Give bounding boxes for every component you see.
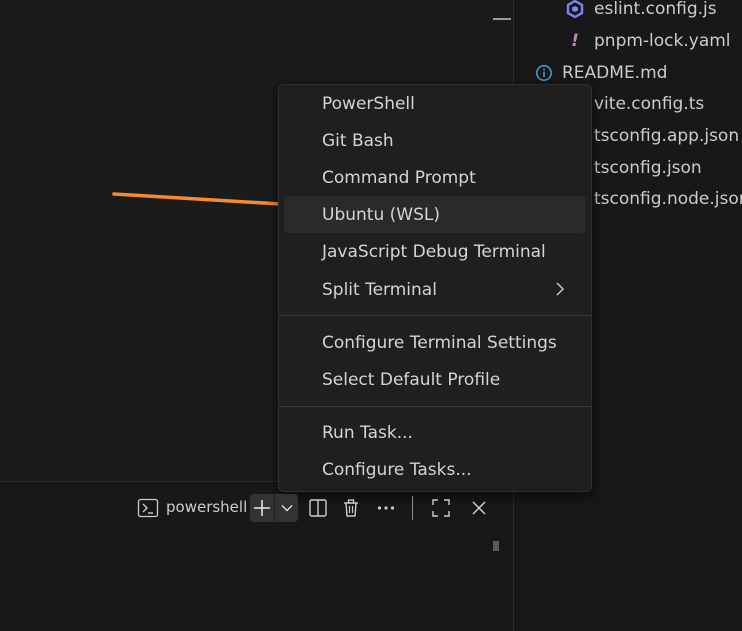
- menu-separator: [279, 315, 591, 316]
- chevron-right-icon: [556, 282, 565, 296]
- menu-item-label: Select Default Profile: [322, 369, 501, 390]
- file-name: README.md: [562, 63, 668, 83]
- minimize-icon[interactable]: [493, 18, 511, 20]
- menu-item-configure-terminal-settings[interactable]: Configure Terminal Settings: [284, 324, 586, 361]
- menu-item-run-task[interactable]: Run Task...: [284, 414, 586, 451]
- menu-item-label: JavaScript Debug Terminal: [322, 241, 546, 262]
- terminal-scrollbar[interactable]: [493, 541, 499, 551]
- eslint-icon: [565, 0, 585, 19]
- menu-item-git-bash[interactable]: Git Bash: [284, 122, 586, 159]
- file-name: eslint.config.js: [594, 0, 717, 19]
- menu-item-label: Run Task...: [322, 422, 413, 443]
- exclamation-icon: !: [571, 31, 579, 51]
- menu-item-command-prompt[interactable]: Command Prompt: [284, 159, 586, 196]
- file-name: pnpm-lock.yaml: [594, 31, 731, 51]
- file-item-readme[interactable]: README.md: [514, 60, 742, 86]
- file-name: tsconfig.node.json: [594, 189, 742, 209]
- file-name: tsconfig.app.json: [594, 126, 740, 146]
- terminal-name[interactable]: powershell: [166, 498, 247, 516]
- menu-item-label: Command Prompt: [322, 167, 476, 188]
- menu-item-label: Configure Terminal Settings: [322, 332, 557, 353]
- menu-item-label: Ubuntu (WSL): [322, 204, 440, 225]
- menu-item-label: Configure Tasks...: [322, 459, 472, 480]
- maximize-icon[interactable]: [429, 497, 453, 519]
- more-icon[interactable]: [374, 497, 398, 519]
- chevron-down-icon[interactable]: [275, 494, 298, 522]
- menu-item-select-default-profile[interactable]: Select Default Profile: [284, 361, 586, 398]
- menu-separator: [279, 406, 591, 407]
- trash-icon[interactable]: [339, 497, 363, 519]
- annotation-arrow: [112, 192, 302, 214]
- menu-item-label: Git Bash: [322, 130, 394, 151]
- menu-item-javascript-debug-terminal[interactable]: JavaScript Debug Terminal: [284, 233, 586, 270]
- menu-item-label: Split Terminal: [322, 279, 437, 300]
- file-name: tsconfig.json: [594, 158, 702, 178]
- menu-item-configure-tasks[interactable]: Configure Tasks...: [284, 451, 586, 488]
- file-item-eslint-config[interactable]: eslint.config.js: [514, 0, 742, 22]
- new-terminal-dropdown-menu: PowerShell Git Bash Command Prompt Ubunt…: [278, 84, 592, 492]
- terminal-icon[interactable]: [136, 497, 160, 519]
- info-icon: [534, 63, 554, 83]
- menu-item-ubuntu-wsl[interactable]: Ubuntu (WSL): [284, 196, 586, 233]
- menu-item-label: PowerShell: [322, 93, 415, 114]
- plus-icon[interactable]: [250, 494, 274, 522]
- file-item-pnpm-lock[interactable]: ! pnpm-lock.yaml: [514, 28, 742, 54]
- file-name: vite.config.ts: [594, 94, 705, 114]
- close-icon[interactable]: [467, 497, 491, 519]
- menu-item-powershell[interactable]: PowerShell: [284, 85, 586, 122]
- toolbar-separator: [412, 496, 413, 520]
- menu-item-split-terminal[interactable]: Split Terminal: [284, 271, 586, 308]
- split-icon[interactable]: [306, 497, 330, 519]
